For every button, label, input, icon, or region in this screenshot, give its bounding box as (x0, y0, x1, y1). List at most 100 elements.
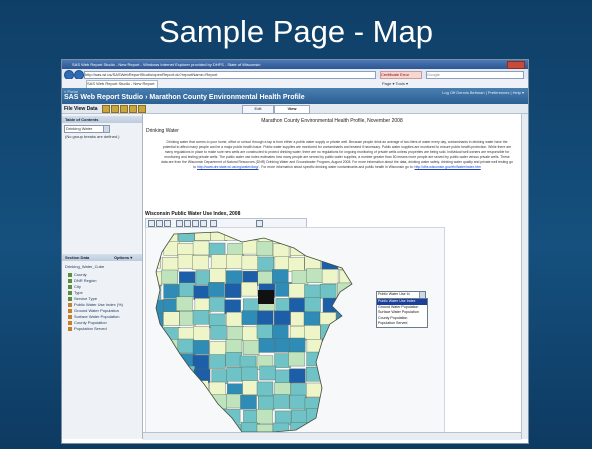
marathon-county-highlight (258, 290, 274, 304)
county-region (240, 395, 257, 410)
app-header: « Portal SAS Web Report Studio › Maratho… (62, 88, 528, 104)
county-region (321, 383, 338, 398)
data-item[interactable]: Type (68, 290, 83, 295)
map-panel (145, 227, 445, 437)
county-region (274, 353, 291, 368)
export-map-icon[interactable] (164, 220, 171, 227)
county-region (156, 313, 164, 328)
reset-icon[interactable] (200, 220, 207, 227)
data-item[interactable]: Population Served (68, 326, 107, 331)
window-controls[interactable] (507, 61, 525, 69)
section-data-header[interactable]: Section Data Options ▾ (62, 254, 142, 261)
county-region (339, 394, 352, 409)
dhs-link[interactable]: http://dhs.wisconsin.gov/eh/Water/index.… (415, 165, 481, 169)
county-region (355, 243, 371, 257)
county-region (156, 299, 164, 314)
county-region (192, 411, 210, 426)
certificate-error-badge[interactable]: Certificate Error (380, 71, 422, 79)
county-region (156, 323, 161, 339)
county-region (225, 339, 243, 354)
export-icon[interactable] (120, 105, 128, 113)
county-region (305, 243, 323, 258)
browser-screenshot: SAS Web Report Studio - New Report - Win… (61, 59, 529, 444)
county-region (272, 269, 289, 284)
county-region (195, 270, 213, 285)
county-region (319, 283, 337, 299)
county-region (161, 409, 179, 424)
options-menu[interactable]: Options ▾ (114, 255, 132, 260)
print-icon[interactable] (111, 105, 119, 113)
data-item[interactable]: City (68, 284, 81, 289)
county-region (193, 285, 210, 300)
county-region (226, 366, 243, 382)
data-item[interactable]: County Population (68, 320, 107, 325)
data-item[interactable]: Ground Water Population (68, 308, 119, 313)
county-region (226, 254, 243, 269)
county-region (161, 269, 178, 285)
toc-header[interactable]: Table of Contents (62, 116, 142, 123)
save-icon[interactable] (102, 105, 110, 113)
tab-view[interactable]: View (274, 105, 310, 114)
county-region (339, 379, 352, 395)
dnr-link[interactable]: http://www.dnr.state.wi.us/org/water/dwg… (197, 165, 258, 169)
county-region (178, 232, 195, 242)
county-region (208, 282, 225, 297)
data-item[interactable]: DNR Region (68, 278, 96, 283)
county-region (288, 283, 306, 298)
county-region (339, 409, 352, 424)
info-icon[interactable] (156, 220, 163, 227)
county-region (156, 354, 165, 370)
county-region (353, 354, 369, 368)
data-item[interactable]: Surface Water Population (68, 314, 119, 319)
county-region (161, 257, 179, 272)
county-region (177, 380, 194, 395)
county-region (258, 395, 275, 411)
county-region (256, 381, 274, 397)
vertical-scrollbar[interactable] (521, 114, 528, 439)
zoom-out-icon[interactable] (184, 220, 191, 227)
county-region (156, 411, 162, 426)
user-links[interactable]: Log Off Dennis Beltman | Preferences | H… (442, 90, 524, 95)
county-region (223, 409, 241, 424)
county-region (306, 382, 323, 398)
county-region (160, 394, 177, 410)
report-header: Marathon County Environmental Health Pro… (261, 118, 403, 124)
county-region (194, 232, 211, 241)
county-region (272, 324, 289, 340)
county-region (163, 367, 180, 382)
county-region (163, 311, 180, 326)
county-region (288, 351, 305, 367)
county-region (336, 354, 352, 369)
measure-icon (68, 320, 72, 325)
data-item[interactable]: Public Water Use Index (%) (68, 302, 123, 307)
county-region (322, 397, 339, 412)
county-region (290, 241, 307, 256)
wisconsin-map[interactable] (146, 228, 444, 436)
refresh-icon[interactable] (129, 105, 137, 113)
map-variable-list: Public Water Use Index Ground Water Popul… (376, 298, 428, 328)
url-field[interactable]: http://sas.wi.us/SASWebReportStudio/open… (84, 71, 376, 79)
zoom-in-icon[interactable] (176, 220, 183, 227)
map-variable-option[interactable]: Population Served (377, 321, 427, 327)
search-input[interactable]: Google (426, 71, 524, 79)
legend-icon[interactable] (256, 220, 263, 227)
command-bar[interactable]: Page ▾ Tools ▾ (382, 81, 408, 86)
county-region (323, 368, 340, 384)
toc-select[interactable]: Drinking Water (64, 125, 110, 133)
tab-edit[interactable]: Edit (242, 105, 274, 114)
select-icon[interactable] (148, 220, 155, 227)
measure-icon (68, 314, 72, 319)
menu-items[interactable]: File View Data (64, 106, 98, 112)
horizontal-scrollbar[interactable] (143, 432, 521, 440)
county-region (162, 339, 179, 354)
county-region (321, 269, 339, 284)
data-item[interactable]: Service Type (68, 296, 97, 301)
chart-icon[interactable] (138, 105, 146, 113)
county-region (176, 296, 193, 312)
county-region (192, 354, 209, 370)
pan-icon[interactable] (192, 220, 199, 227)
data-item[interactable]: County (68, 272, 87, 277)
close-icon[interactable] (210, 220, 217, 227)
county-region (275, 369, 292, 385)
county-region (354, 394, 370, 408)
